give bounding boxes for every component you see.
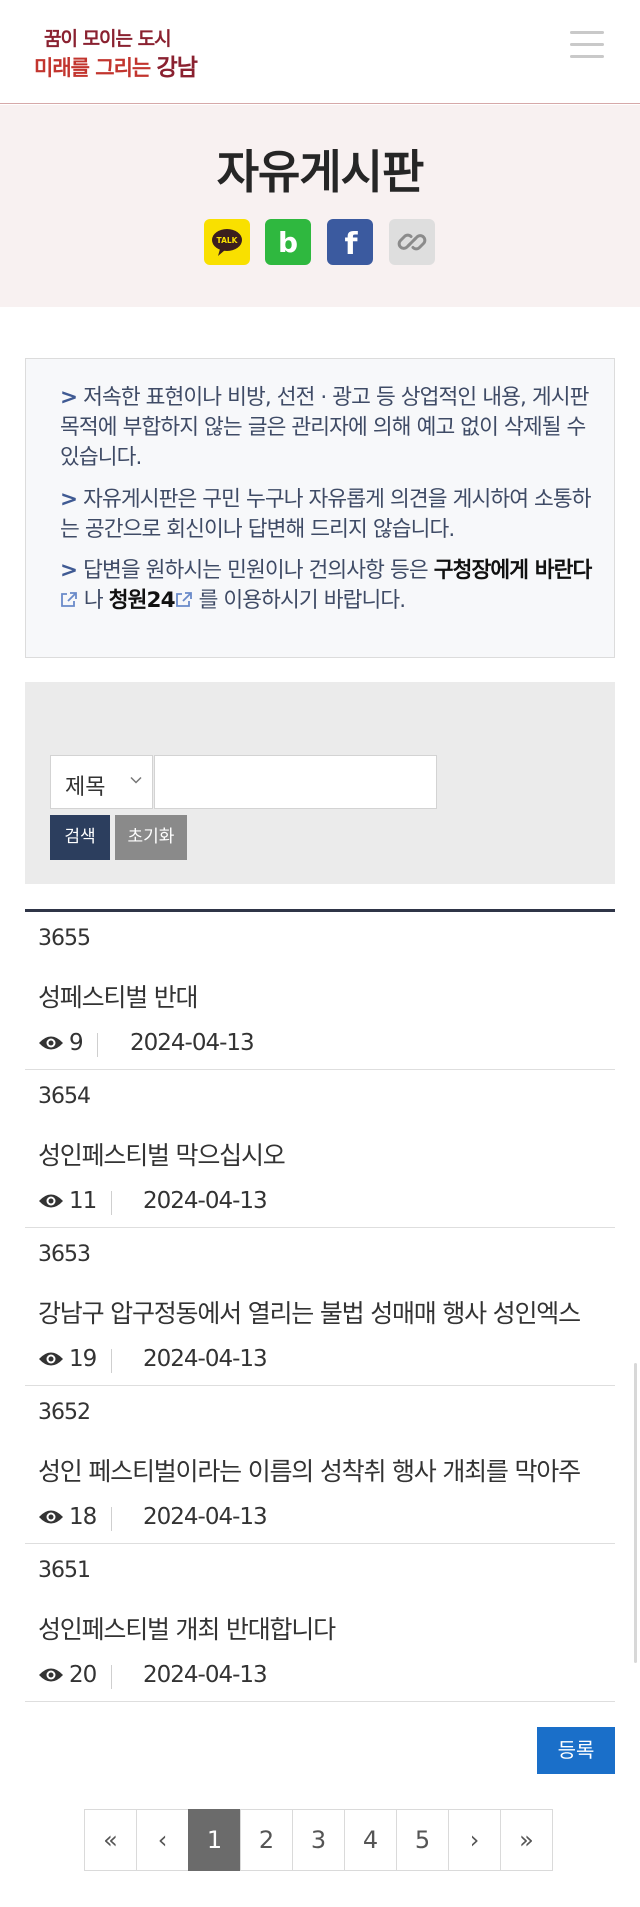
scrollbar[interactable] bbox=[634, 1363, 637, 1663]
post-number: 3651 bbox=[38, 1558, 91, 1583]
reset-button[interactable]: 초기화 bbox=[115, 815, 187, 860]
link-icon[interactable] bbox=[389, 219, 435, 265]
table-row: 3652 성인 페스티벌이라는 이름의 성착취 행사 개최를 막아주 18 20… bbox=[25, 1386, 615, 1544]
external-link-icon[interactable] bbox=[60, 591, 78, 609]
eye-icon bbox=[39, 1668, 63, 1682]
post-date: 2024-04-13 bbox=[143, 1188, 268, 1214]
notice-item-2: > 자유게시판은 구민 누구나 자유롭게 의견을 게시하여 소통하는 공간으로 … bbox=[60, 485, 600, 545]
table-row: 3653 강남구 압구정동에서 열리는 불법 성매매 행사 성인엑스 19 20… bbox=[25, 1228, 615, 1386]
notice-text-3-post: 를 이용하시기 바랍니다. bbox=[192, 588, 407, 613]
post-number: 3653 bbox=[38, 1242, 91, 1267]
page-5-button[interactable]: 5 bbox=[396, 1809, 449, 1871]
view-count: 18 bbox=[69, 1504, 97, 1530]
notice-item-3: > 답변을 원하시는 민원이나 건의사항 등은 구청장에게 바란다 나 청원24… bbox=[60, 556, 600, 616]
notice-text-3-mid: 나 bbox=[78, 588, 109, 613]
hamburger-icon[interactable] bbox=[570, 29, 608, 61]
pagination: « ‹ 1 2 3 4 5 › » bbox=[84, 1809, 553, 1871]
post-date: 2024-04-13 bbox=[130, 1030, 255, 1056]
post-title[interactable]: 성인페스티벌 개최 반대합니다 bbox=[38, 1610, 618, 1646]
page-1-button[interactable]: 1 bbox=[188, 1809, 241, 1871]
post-date: 2024-04-13 bbox=[143, 1346, 268, 1372]
register-button[interactable]: 등록 bbox=[537, 1727, 615, 1774]
post-title[interactable]: 성페스티벌 반대 bbox=[38, 978, 618, 1014]
post-title[interactable]: 성인페스티벌 막으십시오 bbox=[38, 1136, 618, 1172]
logo-line2-b: 강남 bbox=[156, 55, 198, 81]
view-count: 11 bbox=[69, 1188, 97, 1214]
search-input[interactable] bbox=[154, 755, 437, 809]
notice-text-2: 자유게시판은 구민 누구나 자유롭게 의견을 게시하여 소통하는 공간으로 회신… bbox=[60, 487, 592, 542]
notice-item-1: > 저속한 표현이나 비방, 선전 · 광고 등 상업적인 내용, 게시판 목적… bbox=[60, 383, 600, 473]
notice-text-1: 저속한 표현이나 비방, 선전 · 광고 등 상업적인 내용, 게시판 목적에 … bbox=[60, 385, 589, 470]
logo-line2-a: 미래를 그리는 bbox=[34, 56, 157, 80]
eye-icon bbox=[39, 1194, 63, 1208]
logo-line2: 미래를 그리는 강남 bbox=[34, 48, 198, 82]
notice-arrow-icon: > bbox=[60, 385, 78, 410]
page-first-button[interactable]: « bbox=[84, 1809, 137, 1871]
view-count: 9 bbox=[69, 1030, 84, 1056]
facebook-icon[interactable]: f bbox=[327, 219, 373, 265]
post-number: 3654 bbox=[38, 1084, 91, 1109]
facebook-label: f bbox=[344, 227, 358, 262]
page-4-button[interactable]: 4 bbox=[344, 1809, 397, 1871]
view-count: 20 bbox=[69, 1662, 97, 1688]
band-label: b bbox=[278, 226, 298, 259]
page-last-button[interactable]: » bbox=[500, 1809, 553, 1871]
board-notice: > 저속한 표현이나 비방, 선전 · 광고 등 상업적인 내용, 게시판 목적… bbox=[25, 358, 615, 658]
page-title: 자유게시판 bbox=[216, 145, 425, 199]
link-mayor[interactable]: 구청장에게 바란다 bbox=[434, 558, 593, 583]
external-link-icon[interactable] bbox=[175, 591, 193, 609]
eye-icon bbox=[39, 1510, 63, 1524]
meta-divider bbox=[111, 1507, 112, 1531]
search-field-select[interactable]: 제목 bbox=[50, 755, 153, 809]
table-row: 3654 성인페스티벌 막으십시오 11 2024-04-13 bbox=[25, 1070, 615, 1228]
chevron-down-icon bbox=[130, 776, 142, 784]
notice-arrow-icon: > bbox=[60, 487, 78, 512]
meta-divider bbox=[97, 1033, 98, 1057]
band-icon[interactable]: b bbox=[265, 219, 311, 265]
table-row: 3655 성페스티벌 반대 9 2024-04-13 bbox=[25, 912, 615, 1070]
notice-text-3-pre: 답변을 원하시는 민원이나 건의사항 등은 bbox=[83, 558, 434, 583]
eye-icon bbox=[39, 1036, 63, 1050]
page-3-button[interactable]: 3 bbox=[292, 1809, 345, 1871]
kakaotalk-icon[interactable]: TALK bbox=[204, 219, 250, 265]
post-number: 3655 bbox=[38, 926, 91, 951]
page-2-button[interactable]: 2 bbox=[240, 1809, 293, 1871]
eye-icon bbox=[39, 1352, 63, 1366]
site-header: 꿈이 모이는 도시 미래를 그리는 강남 bbox=[0, 0, 640, 104]
post-title[interactable]: 강남구 압구정동에서 열리는 불법 성매매 행사 성인엑스 bbox=[38, 1294, 618, 1330]
meta-divider bbox=[111, 1191, 112, 1215]
search-button[interactable]: 검색 bbox=[50, 815, 110, 860]
post-date: 2024-04-13 bbox=[143, 1662, 268, 1688]
logo-line1: 꿈이 모이는 도시 bbox=[44, 28, 172, 50]
link-petition24[interactable]: 청원24 bbox=[109, 588, 176, 613]
table-row: 3651 성인페스티벌 개최 반대합니다 20 2024-04-13 bbox=[25, 1544, 615, 1702]
meta-divider bbox=[111, 1349, 112, 1373]
meta-divider bbox=[111, 1665, 112, 1689]
search-select-value: 제목 bbox=[65, 775, 106, 800]
view-count: 19 bbox=[69, 1346, 97, 1372]
post-number: 3652 bbox=[38, 1400, 91, 1425]
post-title[interactable]: 성인 페스티벌이라는 이름의 성착취 행사 개최를 막아주 bbox=[38, 1452, 618, 1488]
kakao-label: TALK bbox=[217, 236, 239, 245]
page-next-button[interactable]: › bbox=[448, 1809, 501, 1871]
page-prev-button[interactable]: ‹ bbox=[136, 1809, 189, 1871]
notice-arrow-icon: > bbox=[60, 558, 78, 583]
post-date: 2024-04-13 bbox=[143, 1504, 268, 1530]
gangnam-logo[interactable]: 꿈이 모이는 도시 미래를 그리는 강남 bbox=[34, 24, 198, 81]
